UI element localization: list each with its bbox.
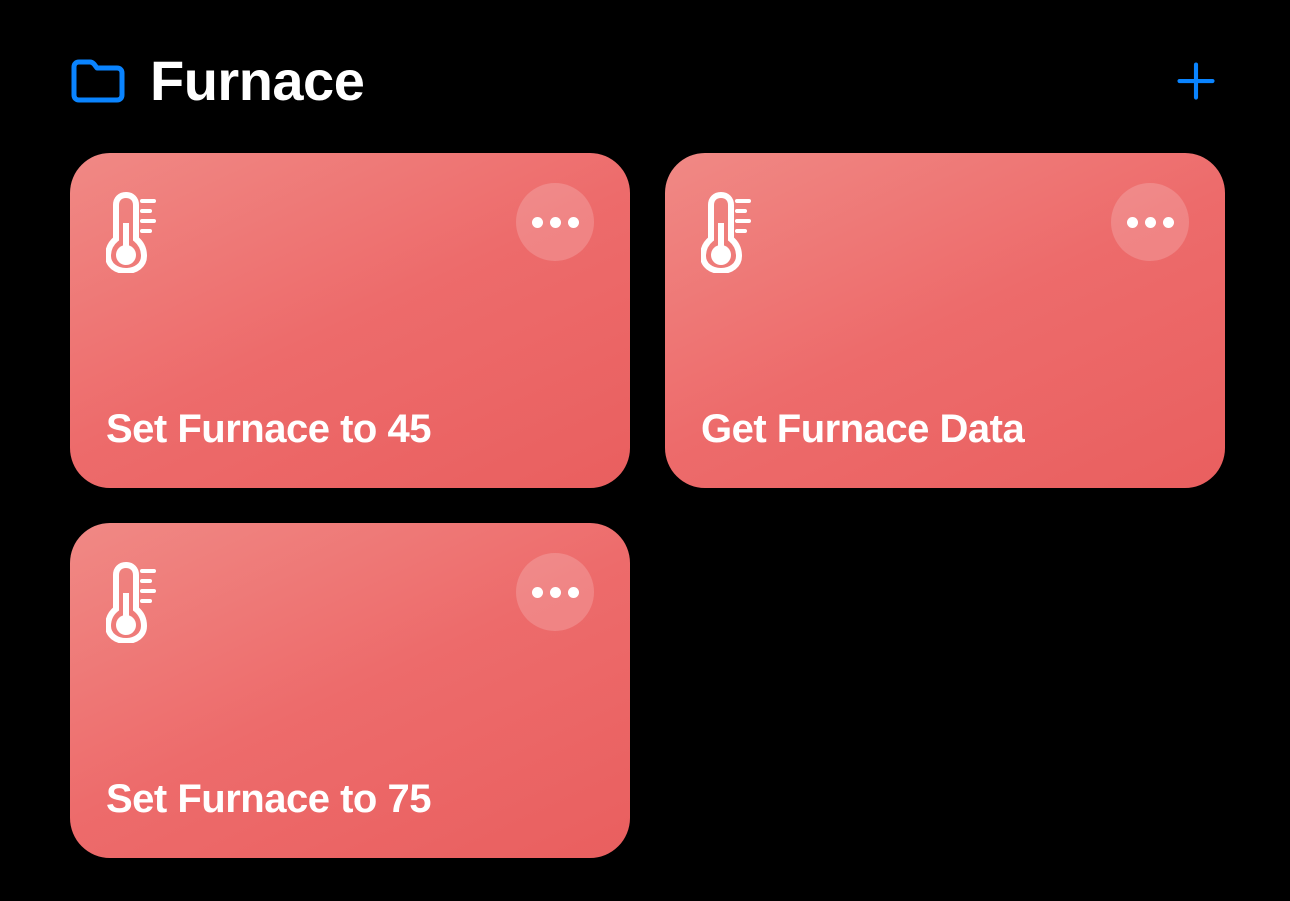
header: Furnace [0,0,1290,133]
folder-icon [70,57,126,105]
card-top [701,183,1189,273]
more-icon [532,217,579,228]
thermometer-icon [106,557,162,643]
shortcut-title: Set Furnace to 75 [106,777,594,822]
more-options-button[interactable] [516,183,594,261]
more-icon [532,587,579,598]
thermometer-icon [701,187,757,273]
thermometer-icon [106,187,162,273]
shortcut-title: Set Furnace to 45 [106,407,594,452]
shortcut-card[interactable]: Set Furnace to 45 [70,153,630,488]
header-left: Furnace [70,48,364,113]
more-options-button[interactable] [516,553,594,631]
shortcut-card[interactable]: Get Furnace Data [665,153,1225,488]
shortcut-title: Get Furnace Data [701,407,1189,452]
page-title: Furnace [150,48,364,113]
card-top [106,553,594,643]
add-shortcut-button[interactable] [1172,57,1220,105]
shortcut-card[interactable]: Set Furnace to 75 [70,523,630,858]
card-top [106,183,594,273]
more-icon [1127,217,1174,228]
shortcuts-grid: Set Furnace to 45 Get Furnace Data [0,133,1290,878]
more-options-button[interactable] [1111,183,1189,261]
